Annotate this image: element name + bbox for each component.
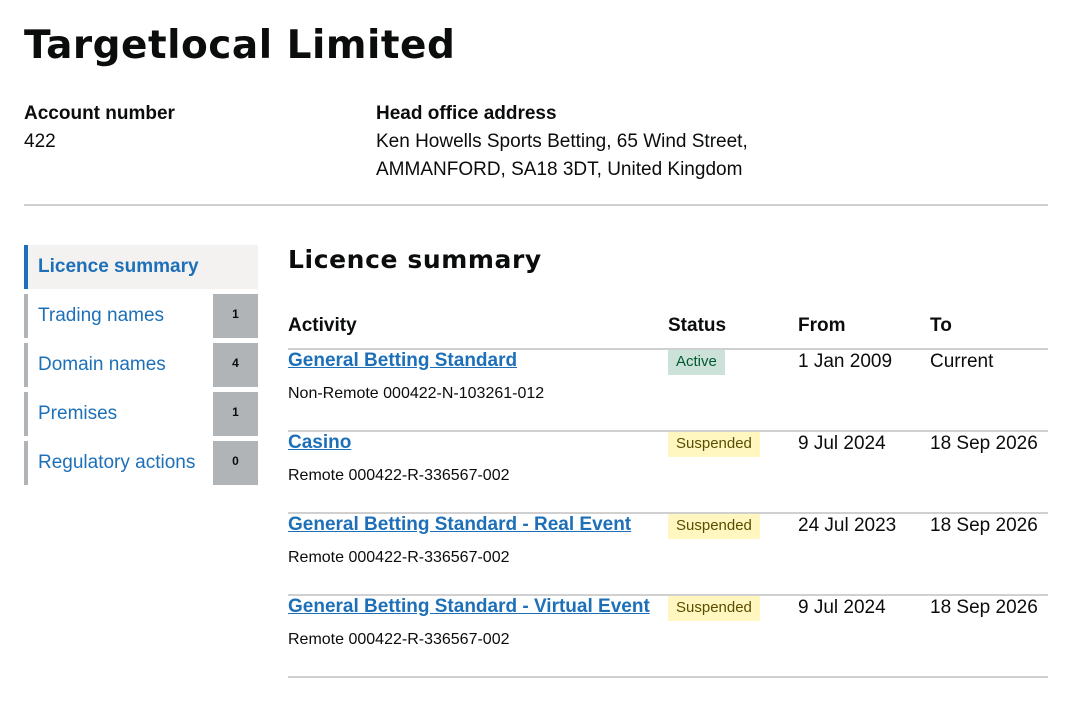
activity-cell: Casino Remote 000422-R-336567-002 — [288, 431, 668, 514]
section-title: Licence summary — [288, 245, 542, 274]
count-badge: 0 — [213, 441, 258, 485]
activity-cell: General Betting Standard - Virtual Event… — [288, 595, 668, 678]
account-number-value: 422 — [24, 131, 56, 152]
table-header-row: Activity Status From To — [288, 304, 1048, 350]
activity-link[interactable]: General Betting Standard - Real Event — [288, 514, 668, 536]
sidebar-item-label[interactable]: Licence summary — [38, 245, 199, 289]
activity-cell: General Betting Standard - Real Event Re… — [288, 513, 668, 596]
to-date: 18 Sep 2026 — [930, 431, 1048, 514]
table-row: General Betting Standard - Real Event Re… — [288, 513, 1048, 596]
table-row: Casino Remote 000422-R-336567-002 Suspen… — [288, 431, 1048, 514]
table-row: General Betting Standard - Virtual Event… — [288, 595, 1048, 678]
header-divider — [24, 204, 1048, 206]
count-badge: 1 — [213, 392, 258, 436]
sidebar-item-licence-summary[interactable]: Licence summary — [24, 245, 258, 289]
count-badge: 1 — [213, 294, 258, 338]
from-date: 9 Jul 2024 — [798, 595, 930, 678]
head-office-address-line2: AMMANFORD, SA18 3DT, United Kingdom — [376, 159, 743, 180]
status-badge: Suspended — [668, 596, 760, 621]
status-cell: Suspended — [668, 513, 798, 596]
sidebar-item-label[interactable]: Domain names — [38, 343, 166, 387]
head-office-address-label: Head office address — [376, 103, 557, 124]
account-number-block: Account number 422 — [24, 100, 175, 156]
page-title: Targetlocal Limited — [24, 23, 456, 68]
sidebar-item-label[interactable]: Premises — [38, 392, 117, 436]
column-header-from: From — [798, 304, 930, 350]
activity-link[interactable]: General Betting Standard - Virtual Event — [288, 596, 668, 618]
status-badge: Active — [668, 350, 725, 375]
activity-cell: General Betting Standard Non-Remote 0004… — [288, 349, 668, 432]
from-date: 24 Jul 2023 — [798, 513, 930, 596]
activity-link[interactable]: General Betting Standard — [288, 350, 668, 372]
sidebar-item-label[interactable]: Trading names — [38, 294, 164, 338]
to-date: 18 Sep 2026 — [930, 595, 1048, 678]
to-date: Current — [930, 349, 1048, 432]
status-cell: Suspended — [668, 431, 798, 514]
sidebar-item-premises[interactable]: Premises 1 — [24, 392, 258, 436]
licence-reference: Remote 000422-R-336567-002 — [288, 467, 510, 484]
sidebar-nav: Licence summary Trading names 1 Domain n… — [24, 245, 258, 490]
head-office-address-block: Head office address Ken Howells Sports B… — [376, 100, 836, 184]
licence-reference: Non-Remote 000422-N-103261-012 — [288, 385, 545, 402]
from-date: 9 Jul 2024 — [798, 431, 930, 514]
status-badge: Suspended — [668, 432, 760, 457]
licence-reference: Remote 000422-R-336567-002 — [288, 549, 510, 566]
to-date: 18 Sep 2026 — [930, 513, 1048, 596]
status-cell: Suspended — [668, 595, 798, 678]
column-header-activity: Activity — [288, 304, 668, 350]
count-badge: 4 — [213, 343, 258, 387]
activity-link[interactable]: Casino — [288, 432, 668, 454]
column-header-to: To — [930, 304, 1048, 350]
column-header-status: Status — [668, 304, 798, 350]
sidebar-item-regulatory-actions[interactable]: Regulatory actions 0 — [24, 441, 258, 485]
sidebar-item-trading-names[interactable]: Trading names 1 — [24, 294, 258, 338]
sidebar-item-label[interactable]: Regulatory actions — [38, 441, 195, 485]
from-date: 1 Jan 2009 — [798, 349, 930, 432]
licence-reference: Remote 000422-R-336567-002 — [288, 631, 510, 648]
table-row: General Betting Standard Non-Remote 0004… — [288, 349, 1048, 432]
sidebar-item-domain-names[interactable]: Domain names 4 — [24, 343, 258, 387]
licence-table: Activity Status From To General Betting … — [288, 304, 1048, 678]
status-badge: Suspended — [668, 514, 760, 539]
status-cell: Active — [668, 349, 798, 432]
account-number-label: Account number — [24, 103, 175, 124]
head-office-address-line1: Ken Howells Sports Betting, 65 Wind Stre… — [376, 131, 748, 152]
